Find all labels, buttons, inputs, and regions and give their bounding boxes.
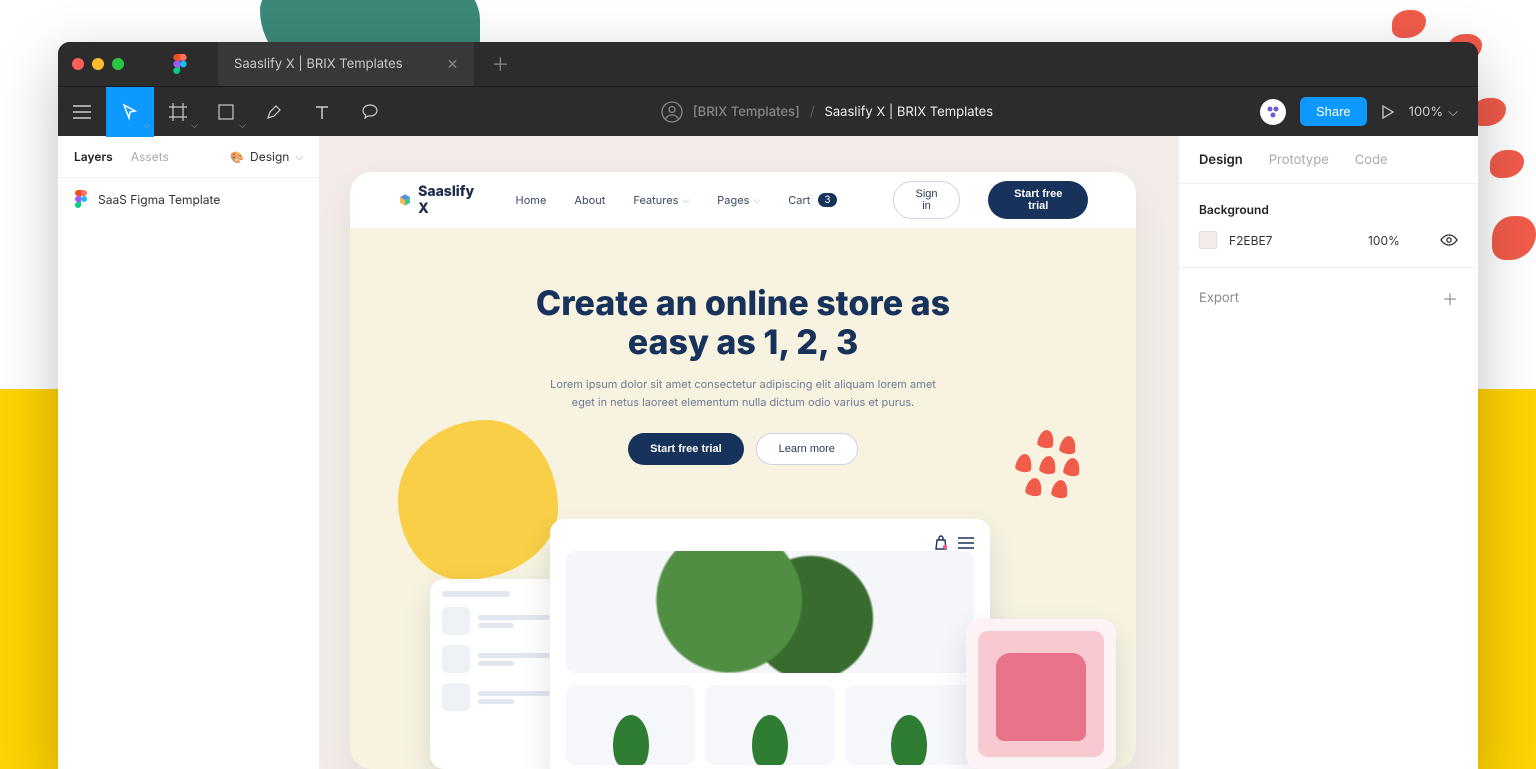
background-hex[interactable]: F2EBE7 [1229,233,1356,248]
decorative-coral-dot [1492,216,1536,260]
hamburger-icon [958,537,974,549]
present-button[interactable] [1381,104,1395,120]
cta-primary-button[interactable]: Start free trial [628,433,744,465]
start-trial-nav-button[interactable]: Start free trial [988,181,1088,219]
export-section: Export ＋ [1179,268,1478,328]
user-icon [661,101,683,123]
left-panel: Layers Assets 🎨 Design SaaS Figma Templa… [58,136,320,769]
background-section: Background F2EBE7 100% [1179,184,1478,268]
text-tool[interactable] [298,87,346,137]
right-panel: Design Prototype Code Background F2EBE7 … [1178,136,1478,769]
figma-page-icon [74,190,88,208]
menu-button[interactable] [58,87,106,137]
layer-row[interactable]: SaaS Figma Template [58,178,319,220]
file-name[interactable]: Saaslify X | BRIX Templates [825,104,994,120]
mockup-product-card [966,619,1116,769]
background-opacity[interactable]: 100% [1368,233,1428,248]
decorative-coral-dot [1392,10,1426,38]
shape-tool[interactable] [202,87,250,137]
canvas[interactable]: Saaslify X Home About Features⌵ Pages⌵ C… [320,136,1178,769]
site-logo: Saaslify X [398,183,480,217]
pages-dropdown[interactable]: 🎨 Design [230,149,303,164]
close-window-button[interactable] [72,58,84,70]
design-tab[interactable]: Design [1199,152,1243,168]
close-tab-icon[interactable]: ✕ [447,56,459,73]
mockup-hero-image [566,551,974,673]
frame-tool[interactable] [154,87,202,137]
window-controls [72,58,124,70]
prototype-tab[interactable]: Prototype [1269,152,1329,168]
zoom-dropdown[interactable]: 100% ⌵ [1409,104,1458,120]
hero-mockups [430,519,1116,769]
user-avatar[interactable] [1260,99,1286,125]
mockup-product-thumb [566,685,695,765]
figma-window: Saaslify X | BRIX Templates ✕ ＋ [58,42,1478,769]
layer-label: SaaS Figma Template [98,192,220,207]
team-name[interactable]: [BRIX Templates] [693,104,800,120]
move-tool[interactable] [106,87,154,137]
file-tab[interactable]: Saaslify X | BRIX Templates ✕ [218,42,474,86]
cta-secondary-button[interactable]: Learn more [756,433,858,465]
bag-icon [934,535,948,551]
nav-cart[interactable]: Cart3 [788,193,836,207]
window-titlebar: Saaslify X | BRIX Templates ✕ ＋ [58,42,1478,86]
share-button[interactable]: Share [1300,97,1367,126]
code-tab[interactable]: Code [1355,152,1388,168]
decorative-coral-arches [1008,430,1088,510]
design-frame[interactable]: Saaslify X Home About Features⌵ Pages⌵ C… [350,172,1136,769]
hero-headline: Create an online store as easy as 1, 2, … [533,284,953,362]
mockup-main-card [550,519,990,769]
mockup-product-thumb [705,685,834,765]
decorative-coral-dot [1490,150,1524,178]
comment-tool[interactable] [346,87,394,137]
hero-subtext: Lorem ipsum dolor sit amet consectetur a… [543,376,943,411]
logo-icon [398,192,412,208]
visibility-toggle-icon[interactable] [1440,234,1458,246]
assets-tab[interactable]: Assets [131,149,169,164]
minimize-window-button[interactable] [92,58,104,70]
nav-pages[interactable]: Pages⌵ [717,193,760,207]
nav-home[interactable]: Home [516,193,547,207]
pen-tool[interactable] [250,87,298,137]
sign-in-button[interactable]: Sign in [893,181,961,219]
zoom-value: 100% [1409,104,1443,120]
add-export-button[interactable]: ＋ [1442,286,1458,310]
nav-features[interactable]: Features⌵ [633,193,689,207]
chevron-down-icon: ⌵ [1448,104,1458,120]
breadcrumb: [BRIX Templates] / Saaslify X | BRIX Tem… [394,101,1260,123]
mockup-armchair-image [978,631,1104,757]
nav-about[interactable]: About [574,193,605,207]
figma-logo-icon [172,54,188,74]
layers-tab[interactable]: Layers [74,149,113,164]
background-heading: Background [1199,202,1458,217]
maximize-window-button[interactable] [112,58,124,70]
color-swatch[interactable] [1199,231,1217,249]
toolbar: [BRIX Templates] / Saaslify X | BRIX Tem… [58,86,1478,136]
export-label: Export [1199,290,1239,306]
mockup-product-thumb [845,685,974,765]
site-nav: Saaslify X Home About Features⌵ Pages⌵ C… [350,172,1136,228]
new-tab-button[interactable]: ＋ [482,51,518,77]
file-tab-title: Saaslify X | BRIX Templates [234,56,403,72]
